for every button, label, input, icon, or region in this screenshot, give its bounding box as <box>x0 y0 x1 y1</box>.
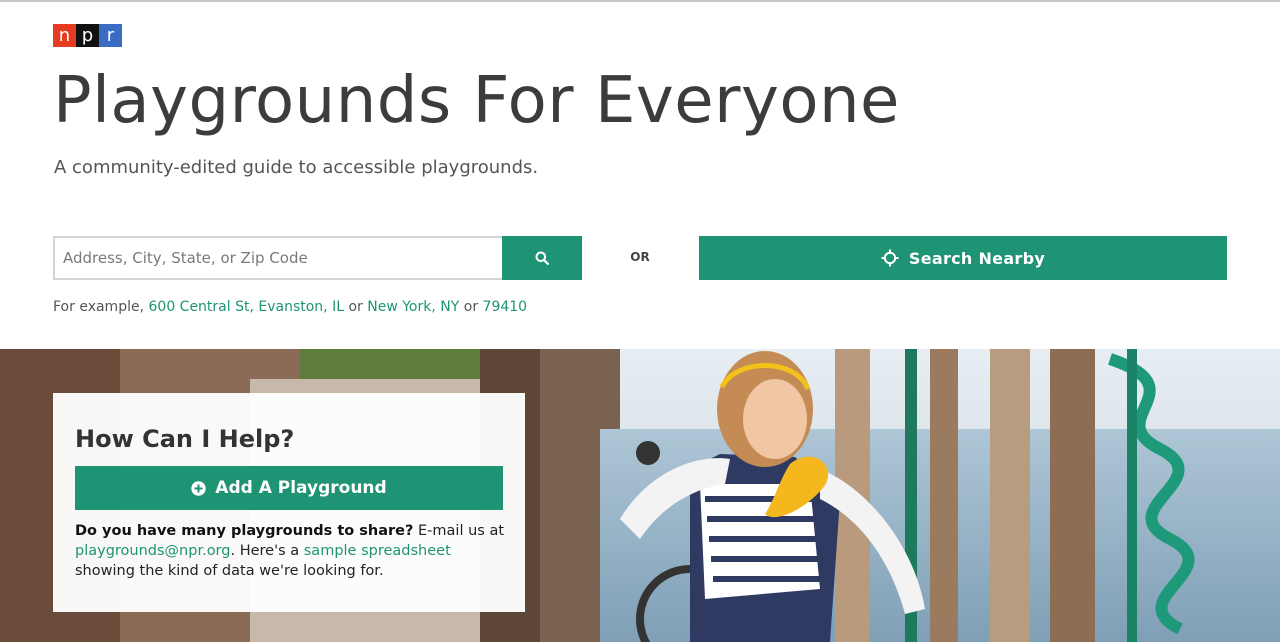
search-button[interactable] <box>502 236 582 280</box>
page-title: Playgrounds For Everyone <box>53 64 900 138</box>
examples-separator: or <box>348 299 363 315</box>
npr-logo[interactable]: n p r <box>53 24 122 47</box>
example-link-evanston[interactable]: 600 Central St, Evanston, IL <box>149 299 345 315</box>
help-text-part2: . Here's a <box>230 543 304 559</box>
logo-letter-p: p <box>76 24 99 47</box>
examples-prefix: For example, <box>53 299 145 315</box>
examples-separator: or <box>463 299 479 315</box>
crosshair-icon <box>881 249 899 267</box>
page-subtitle: A community-edited guide to accessible p… <box>54 157 539 178</box>
help-text: Do you have many playgrounds to share? E… <box>75 521 515 581</box>
sample-spreadsheet-link[interactable]: sample spreadsheet <box>304 543 451 559</box>
example-link-zip[interactable]: 79410 <box>483 299 528 315</box>
add-playground-label: Add A Playground <box>215 478 387 498</box>
search-icon <box>535 251 549 265</box>
plus-circle-icon <box>191 480 206 496</box>
logo-letter-n: n <box>53 24 76 47</box>
help-text-part1: E-mail us at <box>413 523 505 539</box>
add-playground-button[interactable]: Add A Playground <box>75 466 503 510</box>
logo-letter-r: r <box>99 24 122 47</box>
example-link-new-york[interactable]: New York, NY <box>367 299 459 315</box>
search-examples: For example, 600 Central St, Evanston, I… <box>53 299 527 315</box>
top-rule <box>0 0 1280 2</box>
search-nearby-label: Search Nearby <box>908 248 1046 268</box>
help-text-part3: showing the kind of data we're looking f… <box>75 563 384 579</box>
search-nearby-button[interactable]: Search Nearby <box>699 236 1227 280</box>
or-label: OR <box>630 250 650 264</box>
address-search-input[interactable] <box>53 236 503 280</box>
help-title: How Can I Help? <box>75 425 295 453</box>
email-link[interactable]: playgrounds@npr.org <box>75 543 230 559</box>
help-bold-text: Do you have many playgrounds to share? <box>75 523 414 539</box>
help-card: How Can I Help? Add A Playground Do you … <box>53 393 525 612</box>
